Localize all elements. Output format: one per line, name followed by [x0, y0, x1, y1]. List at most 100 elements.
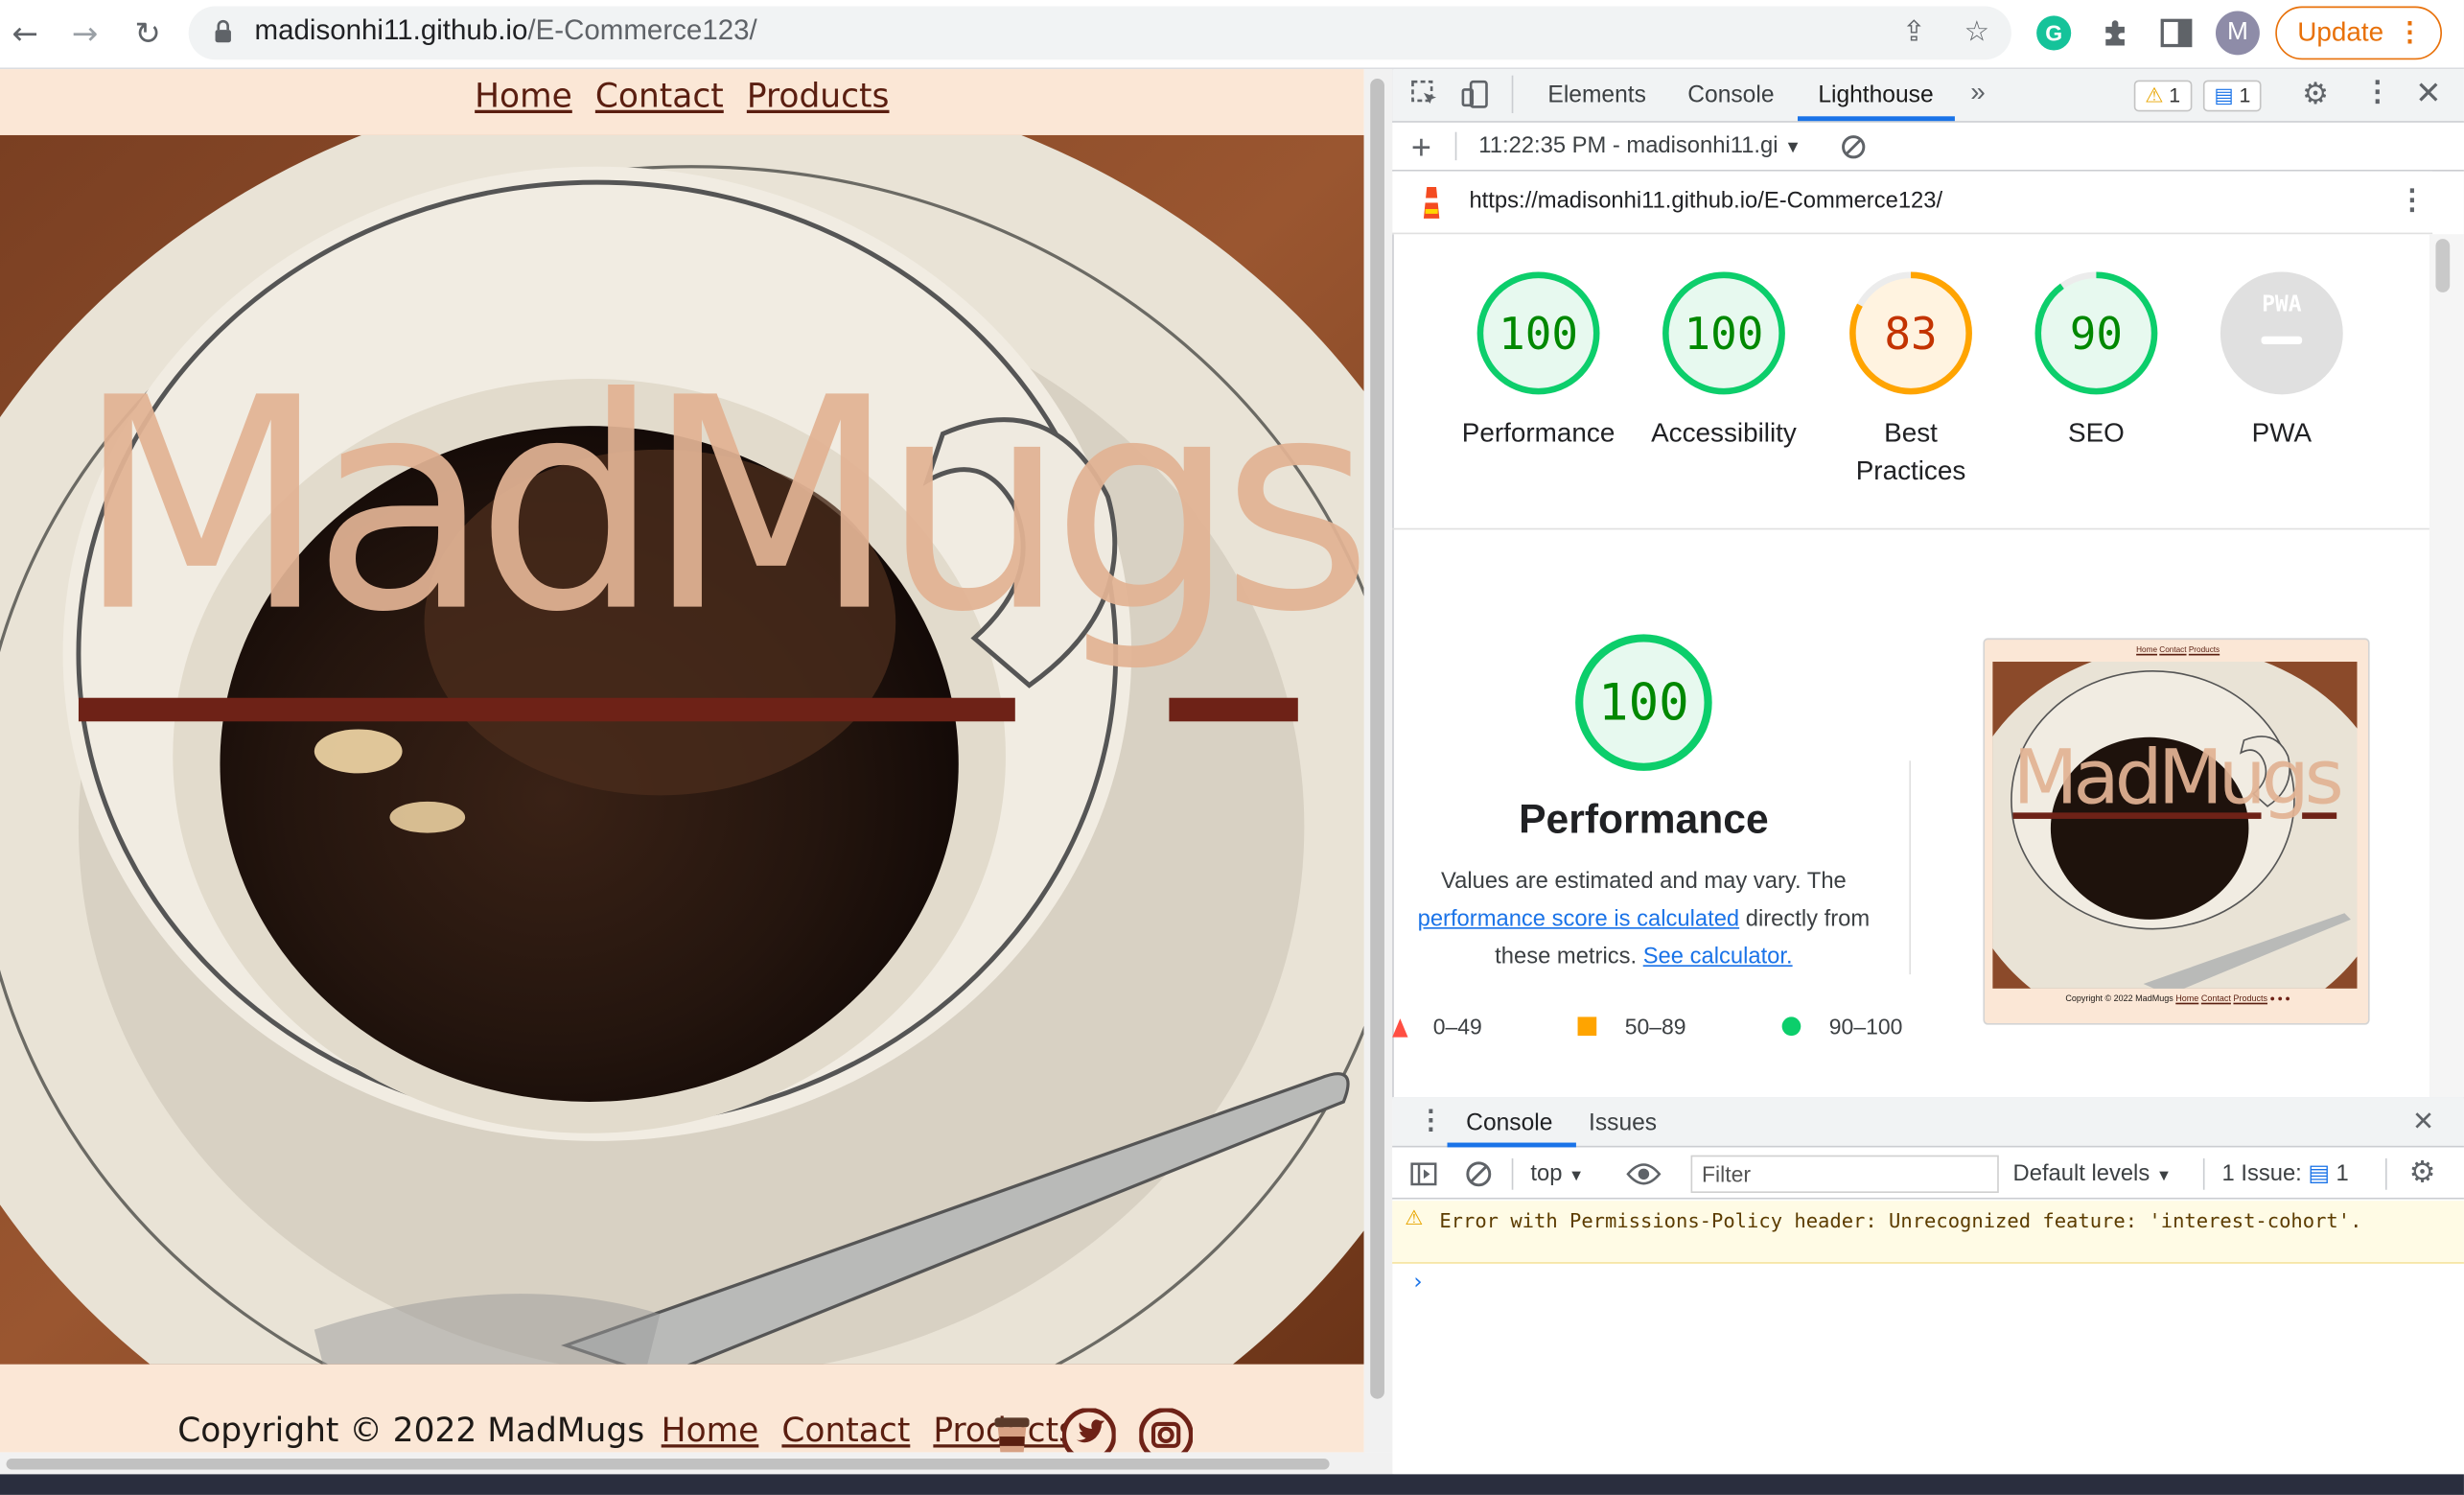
- thumb-nav-products: Products: [2188, 645, 2220, 656]
- footer-home-link[interactable]: Home: [662, 1412, 759, 1449]
- nav-products-link[interactable]: Products: [747, 77, 890, 114]
- update-menu-icon: ⋮: [2396, 17, 2424, 48]
- thumb-nav-contact: Contact: [2159, 645, 2187, 656]
- accessibility-score-value: 100: [1684, 308, 1764, 361]
- screen: ← → ↻ madisonhi11.github.io/E-Commerce12…: [0, 0, 2464, 1495]
- best-practices-score-value: 83: [1884, 308, 1938, 361]
- performance-score-link[interactable]: performance score is calculated: [1418, 907, 1740, 932]
- report-select[interactable]: 11:22:35 PM - madisonhi11.gi ▼: [1478, 133, 1802, 158]
- see-calculator-link[interactable]: See calculator.: [1643, 945, 1793, 969]
- pwa-gauge-ring: [2220, 271, 2343, 395]
- issues-counter[interactable]: 1 Issue: ▤ 1: [2222, 1161, 2349, 1186]
- back-icon[interactable]: ←: [5, 12, 46, 54]
- device-toolbar-icon[interactable]: [1460, 79, 1492, 110]
- devtools-menu-kebab-icon[interactable]: ⋮: [2363, 76, 2392, 108]
- pwa-score-label: PWA: [2251, 417, 2313, 449]
- tab-console[interactable]: Console: [1687, 82, 1774, 108]
- live-expression-eye-icon[interactable]: [1626, 1161, 1662, 1186]
- url-text[interactable]: madisonhi11.github.io/E-Commerce123/: [255, 14, 757, 47]
- settings-gear-icon[interactable]: ⚙: [2302, 77, 2329, 111]
- report-url[interactable]: https://madisonhi11.github.io/E-Commerce…: [1469, 189, 1942, 214]
- performance-big-gauge: 100: [1575, 634, 1712, 771]
- report-toolbar-divider: [1454, 131, 1457, 161]
- report-dropdown-arrow-icon: ▼: [1784, 138, 1802, 157]
- forward-icon[interactable]: →: [64, 12, 105, 54]
- performance-description: Values are estimated and may vary. The p…: [1405, 863, 1882, 976]
- drawer-tab-console[interactable]: Console: [1466, 1110, 1552, 1136]
- thumb-brand-underline-right: [2302, 812, 2337, 819]
- drawer-tab-issues[interactable]: Issues: [1589, 1110, 1657, 1136]
- active-tab-indicator: [1798, 116, 1955, 122]
- seo-score-label: SEO: [2068, 417, 2125, 449]
- context-dropdown-arrow-icon: ▼: [1569, 1167, 1585, 1185]
- warnings-badge[interactable]: ⚠ 1: [2133, 80, 2192, 112]
- console-toolbar-divider: [1511, 1157, 1514, 1190]
- inspect-element-icon[interactable]: [1409, 79, 1441, 110]
- console-filter-input[interactable]: Filter: [1690, 1155, 1999, 1194]
- profile-avatar[interactable]: M: [2215, 11, 2260, 56]
- nav-home-link[interactable]: Home: [475, 77, 572, 114]
- update-label: Update: [2297, 17, 2384, 48]
- levels-dropdown-arrow-icon: ▼: [2155, 1167, 2173, 1185]
- console-warning-icon: ⚠: [1405, 1206, 1424, 1231]
- tab-lighthouse[interactable]: Lighthouse: [1818, 82, 1933, 108]
- console-toolbar-divider-3: [2385, 1157, 2387, 1190]
- share-icon[interactable]: ⇪: [1895, 14, 1933, 52]
- thumb-footer-copyright: Copyright © 2022 MadMugs: [2065, 994, 2173, 1005]
- section-divider: [1392, 527, 2429, 530]
- tab-elements[interactable]: Elements: [1547, 82, 1645, 108]
- page-horizontal-scroll-thumb[interactable]: [6, 1458, 1330, 1470]
- coffee-cup-illustration: [0, 134, 1364, 1365]
- issue-message-icon: ▤: [2308, 1161, 2330, 1187]
- warning-count: 1: [2169, 82, 2181, 107]
- bookmark-star-icon[interactable]: ☆: [1958, 14, 1995, 52]
- lighthouse-scrollbar[interactable]: [2429, 234, 2464, 1098]
- page-screenshot-thumbnail[interactable]: Home Contact Products MadMugs Copyright …: [1983, 638, 2370, 1025]
- report-options-kebab-icon[interactable]: ⋮: [2398, 184, 2427, 217]
- console-settings-gear-icon[interactable]: ⚙: [2409, 1156, 2436, 1190]
- twitter-icon[interactable]: [1061, 1408, 1116, 1453]
- svg-text:G: G: [2045, 21, 2062, 46]
- accessibility-score-gauge[interactable]: 100: [1661, 270, 1786, 396]
- log-levels-select[interactable]: Default levels ▼: [2013, 1161, 2173, 1186]
- console-prompt[interactable]: ›: [1411, 1270, 1425, 1295]
- url-path: /E-Commerce123/: [527, 13, 757, 46]
- close-drawer-icon[interactable]: ✕: [2412, 1107, 2434, 1138]
- performance-score-value: 100: [1499, 308, 1579, 361]
- instagram-icon[interactable]: [1139, 1408, 1194, 1453]
- new-report-plus-icon[interactable]: +: [1411, 128, 1431, 169]
- seo-score-gauge[interactable]: 90: [2034, 270, 2159, 396]
- console-context-select[interactable]: top ▼: [1530, 1161, 1584, 1186]
- reload-icon[interactable]: ↻: [128, 12, 169, 54]
- lighthouse-scroll-thumb[interactable]: [2435, 239, 2451, 292]
- nav-contact-link[interactable]: Contact: [595, 77, 724, 114]
- more-tabs-chevron-icon[interactable]: »: [1970, 77, 1986, 108]
- clear-reports-icon[interactable]: [1840, 133, 1867, 160]
- footer-contact-link[interactable]: Contact: [781, 1412, 910, 1449]
- performance-score-gauge[interactable]: 100: [1476, 270, 1601, 396]
- page-vertical-scroll-thumb[interactable]: [1370, 78, 1384, 1399]
- thumb-footer-icons: ● ● ●: [2269, 994, 2290, 1005]
- lock-icon[interactable]: [214, 19, 233, 44]
- clear-console-icon[interactable]: [1465, 1160, 1494, 1189]
- close-devtools-icon[interactable]: ✕: [2415, 74, 2441, 111]
- drawer-kebab-icon[interactable]: ⋮: [1417, 1105, 1444, 1136]
- thumb-footer-contact: Contact: [2200, 994, 2231, 1005]
- update-button[interactable]: Update ⋮: [2275, 6, 2443, 60]
- toolbar-divider: [1511, 75, 1514, 114]
- grammarly-extension-icon[interactable]: G: [2035, 14, 2073, 52]
- pass-circle-icon: [1781, 1016, 1802, 1037]
- footer-copyright: Copyright © 2022 MadMugs: [177, 1411, 645, 1450]
- thumb-footer-products: Products: [2233, 994, 2268, 1005]
- side-panel-icon[interactable]: [2157, 14, 2195, 52]
- best-practices-score-label: Best Practices: [1855, 417, 1966, 486]
- fail-triangle-icon: [1392, 1018, 1408, 1038]
- extensions-puzzle-icon[interactable]: [2098, 14, 2135, 52]
- coffee-cup-icon[interactable]: [986, 1409, 1039, 1453]
- pwa-score-gauge[interactable]: PWA: [2219, 270, 2344, 396]
- console-sidebar-toggle-icon[interactable]: [1409, 1160, 1438, 1189]
- performance-vertical-divider: [1909, 760, 1912, 975]
- seo-score-value: 90: [2069, 308, 2124, 361]
- best-practices-score-gauge[interactable]: 83: [1848, 270, 1973, 396]
- messages-badge[interactable]: ▤ 1: [2202, 80, 2262, 112]
